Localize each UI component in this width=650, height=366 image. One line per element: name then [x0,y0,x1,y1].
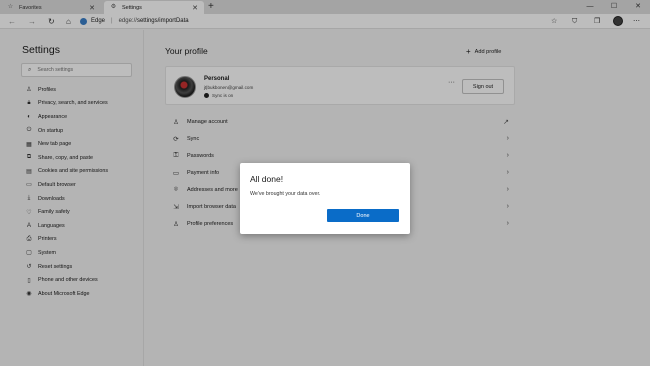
dialog-message: We've brought your data over. [250,191,321,197]
dialog-title: All done! [250,174,284,184]
import-complete-dialog: All done! We've brought your data over. … [240,163,410,234]
done-button[interactable]: Done [327,209,399,222]
